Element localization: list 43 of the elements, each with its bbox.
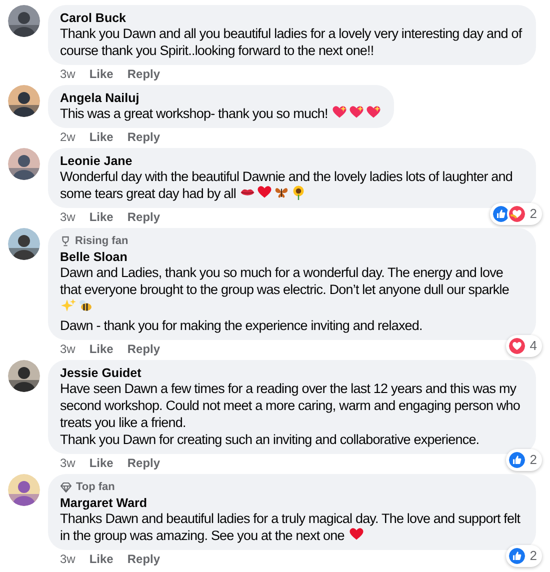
comment-time[interactable]: 3w [60,210,76,225]
like-link[interactable]: Like [89,67,114,82]
author-name[interactable]: Angela Nailuj [60,91,382,105]
author-name[interactable]: Leonie Jane [60,154,524,168]
comment-time[interactable]: 3w [60,456,76,471]
reaction-count-pill[interactable]: 2 [490,203,542,225]
comment-time[interactable]: 3w [60,342,76,357]
author-name[interactable]: Belle Sloan [60,250,524,264]
comment-text: Thanks Dawn and beautiful ladies for a truly magical day. The love and support felt in the group was amazing. See you at the next one [60,510,522,544]
fan-badge-label: Rising fan [75,234,128,248]
comment-text: Thank you Dawn and all you beautiful ladies for a lovely very interesting day and of course thank you Spirit..looking forward to the next one!! [60,25,524,59]
like-link[interactable]: Like [89,130,114,145]
reaction-count: 2 [530,206,537,222]
comment-text: Dawn - thank you for making the experience inviting and relaxed. [60,317,424,334]
fan-badge-label: Top fan [76,480,115,494]
diamond-icon [60,482,72,492]
reaction-count: 2 [530,452,537,468]
author-name[interactable]: Carol Buck [60,11,524,25]
reply-link[interactable]: Reply [127,67,160,82]
like-link[interactable]: Like [89,342,114,357]
reaction-count: 4 [530,338,537,354]
comment-time[interactable]: 3w [60,552,76,567]
like-link[interactable]: Like [89,456,114,471]
reply-link[interactable]: Reply [127,456,160,471]
comment-text: Have seen Dawn a few times for a reading over the last 12 years and this was my second workshop. Could not meet a more caring, warm and engaging person who treats you like a friend. Thank you Dawn for creating such an inviting and collaborative experience. [60,380,522,448]
comment-text: Wonderful day with the beautiful Dawnie and the lovely ladies lots of laughter and some tears great day had by all [60,168,514,202]
reaction-count-pill[interactable]: 2 [506,545,542,567]
comment-text: This was a great workshop- thank you so much! [60,105,382,122]
reply-link[interactable]: Reply [127,342,160,357]
reaction-count-pill[interactable]: 4 [506,335,542,357]
reply-link[interactable]: Reply [127,210,160,225]
reply-link[interactable]: Reply [127,130,160,145]
reply-link[interactable]: Reply [127,552,160,567]
comment-time[interactable]: 3w [60,67,76,82]
trophy-icon [60,236,71,246]
reaction-count: 2 [530,548,537,564]
reaction-count-pill[interactable]: 2 [506,449,542,471]
author-name[interactable]: Jessie Guidet [60,366,524,380]
like-link[interactable]: Like [89,210,114,225]
like-link[interactable]: Like [89,552,114,567]
comment-text: Dawn and Ladies, thank you so much for a wonderful day. The energy and love that everyone brought to the group was electric. Don’t let anyone dull our sparkle [60,264,524,315]
comment-time[interactable]: 2w [60,130,76,145]
author-name[interactable]: Margaret Ward [60,496,524,510]
